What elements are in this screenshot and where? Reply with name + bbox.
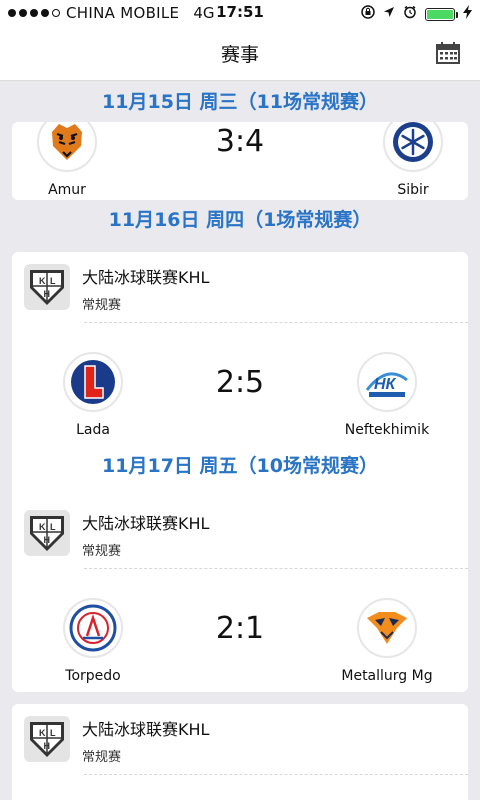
league-name: 大陆冰球联赛KHL (82, 514, 210, 533)
svg-text:K: K (39, 522, 46, 532)
rotation-lock-icon (361, 5, 375, 23)
svg-text:НК: НК (374, 376, 397, 393)
match-card[interactable]: K L H 大陆冰球联赛KHL 常规赛 Lada 2:5 НК Neftekhi… (12, 252, 468, 529)
battery-icon (425, 7, 458, 21)
khl-logo-icon: K L H (24, 716, 70, 762)
svg-text:L: L (50, 276, 56, 286)
date-header: 11月17日 周五（10场常规赛） (102, 455, 378, 477)
match-card[interactable]: Amur 3:4 Sibir (12, 122, 468, 200)
khl-logo-icon: K L H (24, 264, 70, 310)
match-card[interactable]: K L H 大陆冰球联赛KHL 常规赛 Torpedo 2:1 Metallur… (12, 498, 468, 692)
league-row: K L H 大陆冰球联赛KHL 常规赛 (12, 704, 468, 774)
divider (84, 322, 468, 323)
home-team-name: Torpedo (65, 668, 121, 684)
status-right (361, 5, 472, 23)
svg-text:L: L (50, 728, 56, 738)
away-team-name: Metallurg Mg (341, 668, 433, 684)
league-name: 大陆冰球联赛KHL (82, 268, 210, 287)
match-card[interactable]: K L H 大陆冰球联赛KHL 常规赛 (12, 704, 468, 800)
match-list[interactable]: 11月15日 周三（11场常规赛） Amur 3:4 Sibir 11月16日 … (0, 82, 480, 800)
svg-text:H: H (44, 741, 51, 751)
svg-text:K: K (39, 276, 46, 286)
away-team[interactable]: Metallurg Mg (332, 598, 442, 684)
calendar-button[interactable] (436, 42, 460, 64)
league-round: 常规赛 (82, 298, 122, 313)
divider (84, 774, 468, 775)
away-team[interactable]: Sibir (358, 122, 468, 198)
calendar-icon (436, 42, 460, 64)
page-title: 赛事 (220, 44, 259, 66)
svg-text:H: H (44, 289, 51, 299)
sibir-logo-icon (383, 122, 443, 172)
home-team-name: Lada (76, 422, 110, 438)
away-team-name: Neftekhimik (344, 422, 430, 438)
league-row: K L H 大陆冰球联赛KHL 常规赛 (12, 498, 468, 568)
date-header: 11月15日 周三（11场常规赛） (102, 91, 378, 113)
divider (84, 568, 468, 569)
away-team[interactable]: НК Neftekhimik (332, 352, 442, 438)
neftekhimik-logo-icon: НК (357, 352, 417, 412)
league-round: 常规赛 (82, 750, 122, 765)
date-header: 11月16日 周四（1场常规赛） (108, 209, 372, 231)
league-name: 大陆冰球联赛KHL (82, 720, 210, 739)
svg-text:K: K (39, 728, 46, 738)
league-round: 常规赛 (82, 544, 122, 559)
home-team-name: Amur (48, 182, 86, 198)
away-team-name: Sibir (397, 182, 429, 198)
nav-bar: 赛事 (0, 26, 480, 81)
status-bar: CHINA MOBILE 4G 17:51 (0, 0, 480, 26)
svg-text:L: L (50, 522, 56, 532)
alarm-clock-icon (403, 5, 417, 23)
khl-logo-icon: K L H (24, 510, 70, 556)
location-arrow-icon (383, 6, 395, 22)
charging-bolt-icon (463, 5, 472, 23)
league-row: K L H 大陆冰球联赛KHL 常规赛 (12, 252, 468, 322)
metallurg-logo-icon (357, 598, 417, 658)
svg-text:H: H (44, 535, 51, 545)
